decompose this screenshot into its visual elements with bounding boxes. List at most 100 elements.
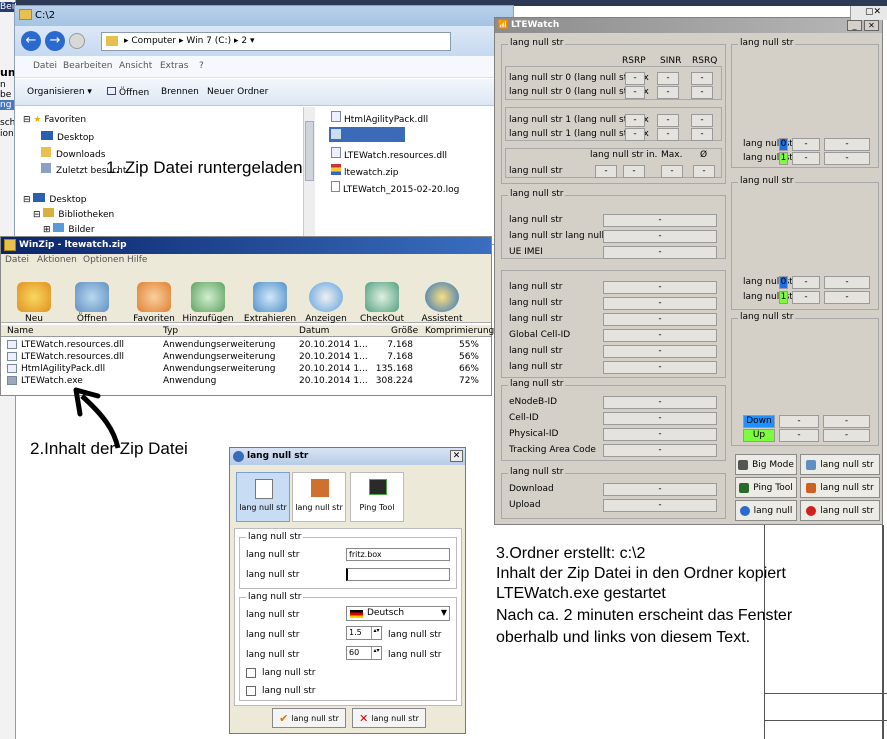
table-row[interactable]: LTEWatch.resources.dll Anwendungserweiter… — [1, 351, 491, 363]
menu-ansicht[interactable]: Ansicht — [119, 61, 152, 71]
winzip-extract-button[interactable]: Extrahieren — [240, 282, 300, 324]
tree-item-downloads[interactable]: Downloads — [41, 147, 105, 160]
winzip-checkout-button[interactable]: CheckOut — [352, 282, 412, 324]
file-item[interactable]: ltewatch.zip — [331, 164, 398, 178]
explorer-navbar: ← → ▸ Computer ▸ Win 7 (C:) ▸ 2 ▾ — [15, 26, 513, 56]
ok-button[interactable]: ✔ lang null str — [272, 708, 346, 728]
option-button-2[interactable]: lang null str — [800, 477, 880, 498]
info-value: - — [603, 214, 717, 227]
rx-value-2: - — [691, 72, 713, 85]
file-ratio-cell: 66% — [458, 364, 479, 374]
winzip-open-button[interactable]: Öffnen — [62, 282, 122, 324]
menu-datei[interactable]: Datei — [33, 61, 57, 71]
tree-item-favoriten[interactable]: ⊟ ★ Favoriten — [23, 115, 86, 125]
winzip-new-button[interactable]: Neu — [4, 282, 64, 324]
col-date[interactable]: Datum — [299, 326, 329, 336]
dialog-tab-2[interactable]: lang null str — [292, 472, 346, 522]
up-indicator: Up — [743, 429, 775, 442]
back-button[interactable]: ← — [21, 31, 41, 51]
minimize-button[interactable]: _ — [847, 20, 862, 31]
timeout-stepper[interactable]: 60 ▴▾ — [346, 646, 382, 660]
recent-button[interactable] — [69, 33, 85, 49]
option-button-1[interactable]: lang null str — [800, 454, 880, 475]
language-select[interactable]: Deutsch ▼ — [346, 606, 450, 621]
exe-icon — [331, 129, 341, 139]
forward-button[interactable]: → — [45, 31, 65, 51]
star-icon: ★ — [33, 115, 42, 125]
exit-button[interactable]: lang null str — [800, 500, 880, 521]
file-item[interactable]: LTEWatch_2015-02-20.log — [331, 181, 459, 195]
table-row[interactable]: LTEWatch.resources.dll Anwendungserweiter… — [1, 339, 491, 351]
menu-help[interactable]: ? — [199, 61, 204, 71]
winzip-favorites-button[interactable]: Favoriten — [124, 282, 184, 324]
cell-label: lang null str — [509, 298, 563, 308]
extract-icon — [253, 282, 287, 312]
winzip-menu-optionen[interactable]: Optionen — [83, 255, 124, 265]
address-bar[interactable]: ▸ Computer ▸ Win 7 (C:) ▸ 2 ▾ — [101, 32, 451, 51]
password-input[interactable] — [346, 568, 450, 581]
col-type[interactable]: Typ — [163, 326, 178, 336]
cancel-button[interactable]: ✕ lang null str — [352, 708, 426, 728]
chevron-down-icon[interactable]: ▼ — [441, 608, 447, 617]
desktop-icon — [41, 131, 53, 140]
rx-value-2: - — [691, 128, 713, 141]
annotation-line: LTEWatch.exe gestartet — [496, 585, 666, 602]
menu-extras[interactable]: Extras — [160, 61, 188, 71]
traffic-label: Download — [509, 484, 554, 494]
close-button[interactable]: ✕ — [864, 20, 879, 31]
file-ratio-cell: 55% — [458, 340, 479, 350]
info-button[interactable]: lang null — [735, 500, 797, 521]
winzip-menu-datei[interactable]: Datei — [5, 255, 29, 265]
file-type-cell: Anwendungserweiterung — [163, 364, 276, 374]
restore-icon[interactable]: ▢✕ — [865, 7, 881, 17]
file-size-cell: 7.168 — [387, 340, 413, 350]
close-icon[interactable]: ✕ — [450, 450, 463, 462]
winzip-add-button[interactable]: Hinzufügen — [178, 282, 238, 324]
interval-stepper[interactable]: 1.5 ▴▾ — [346, 626, 382, 640]
file-item[interactable]: HtmlAgilityPack.dll — [331, 111, 428, 125]
tree-item-desktop2[interactable]: ⊟ Desktop — [23, 193, 87, 205]
right-indicator: 1 — [779, 291, 788, 304]
scrollbar-thumb[interactable] — [305, 121, 314, 181]
dialog-tab-ping[interactable]: Ping Tool — [350, 472, 404, 522]
file-date-cell: 20.10.2014 1... — [299, 340, 368, 350]
menu-bearbeiten[interactable]: Bearbeiten — [63, 61, 112, 71]
spin-icon[interactable]: ▴▾ — [371, 627, 381, 639]
spin-icon[interactable]: ▴▾ — [371, 647, 381, 659]
col-name[interactable]: Name — [7, 326, 34, 336]
open-button[interactable]: Öffnen — [107, 87, 149, 98]
winzip-wizard-button[interactable]: Assistent — [412, 282, 472, 324]
language-label: lang null str — [246, 610, 300, 620]
col-ratio[interactable]: Komprimierung — [425, 326, 494, 336]
rx-value-0: - — [625, 114, 645, 127]
checkbox-2[interactable] — [246, 686, 256, 696]
ping-tool-button[interactable]: Ping Tool — [735, 477, 797, 498]
checkbox-1[interactable] — [246, 668, 256, 678]
table-row[interactable]: HtmlAgilityPack.dll Anwendungserweiterung… — [1, 363, 491, 375]
file-item[interactable]: LTEWatch.resources.dll — [331, 147, 447, 161]
dialog-tab-1[interactable]: lang null str — [236, 472, 290, 522]
col-size[interactable]: Größe — [391, 326, 418, 336]
annotation-zip-contents: 2.Inhalt der Zip Datei — [30, 439, 188, 458]
tree-item-pictures[interactable]: ⊞ Bilder — [43, 223, 95, 235]
new-folder-button[interactable]: Neuer Ordner — [207, 87, 268, 97]
enb-label: Tracking Area Code — [509, 445, 596, 455]
interval-label: lang null str — [246, 630, 300, 640]
address-crumb[interactable]: ▸ Computer ▸ Win 7 (C:) ▸ 2 ▾ — [124, 36, 254, 46]
organize-button[interactable]: Organisieren ▾ — [27, 87, 92, 97]
burn-button[interactable]: Brennen — [161, 87, 199, 97]
right-value: - — [792, 152, 820, 165]
enb-label: eNodeB-ID — [509, 397, 558, 407]
tree-item-libraries[interactable]: ⊟ Bibliotheken — [33, 208, 114, 220]
file-item-selected[interactable]: LTEWatch.exe — [329, 127, 405, 152]
tree-scrollbar[interactable] — [303, 107, 315, 246]
host-input[interactable]: fritz.box — [346, 548, 450, 561]
right-value: - — [824, 138, 870, 151]
signal-icon: 📶 — [498, 20, 508, 29]
cell-label: Global Cell-ID — [509, 330, 571, 340]
winzip-menu-aktionen[interactable]: Aktionen — [37, 255, 77, 265]
big-mode-button[interactable]: Big Mode — [735, 454, 797, 475]
tree-item-desktop[interactable]: Desktop — [41, 131, 94, 143]
winzip-view-button[interactable]: Anzeigen — [296, 282, 356, 324]
winzip-menu-hilfe[interactable]: Hilfe — [127, 255, 147, 265]
